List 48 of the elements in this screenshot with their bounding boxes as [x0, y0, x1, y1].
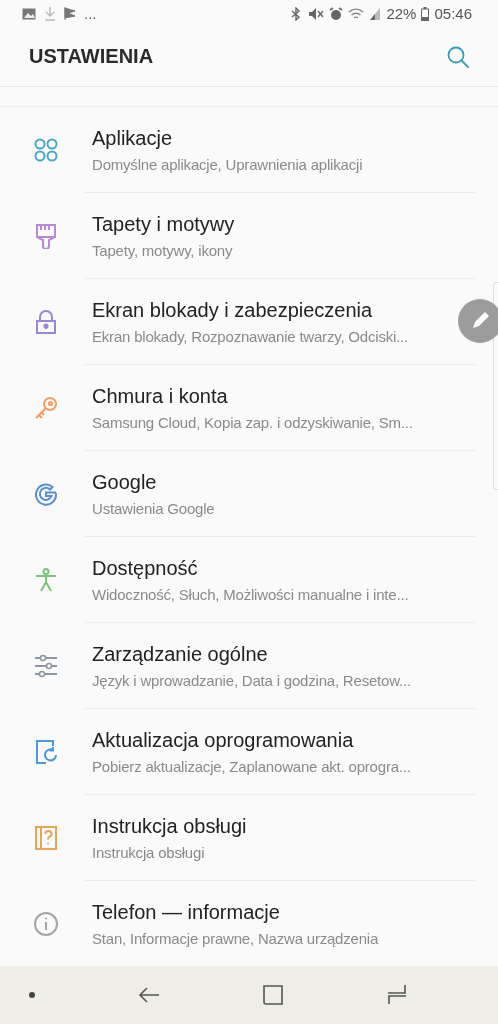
- item-title: Tapety i motywy: [92, 212, 235, 236]
- recents-icon[interactable]: [386, 984, 408, 1006]
- battery-percentage: 22%: [386, 5, 417, 23]
- wifi-icon: [348, 6, 365, 21]
- item-title: Dostępność: [92, 556, 199, 580]
- item-subtitle: Stan, Informacje prawne, Nazwa urządzenia: [92, 929, 379, 947]
- item-title: Telefon — informacje: [92, 900, 281, 924]
- settings-item[interactable]: Dostępność Widoczność, Słuch, Możliwości manualne i inte...: [0, 537, 452, 622]
- edit-button[interactable]: [458, 299, 498, 343]
- item-subtitle: Ustawienia Google: [92, 499, 215, 517]
- back-icon[interactable]: [138, 986, 160, 1004]
- item-subtitle: Domyślne aplikacje, Uprawnienia aplikacji: [92, 155, 363, 173]
- settings-item[interactable]: Chmura i konta Samsung Cloud, Kopia zap. i odzyskiwanie, Sm...: [0, 365, 452, 450]
- settings-item[interactable]: Aktualizacja oprogramowania Pobierz aktualizacje, Zaplanowane akt. oprogra...: [0, 709, 452, 794]
- item-title: Aplikacje: [92, 126, 174, 150]
- alarm-icon: [329, 6, 344, 21]
- item-title: Google: [92, 470, 158, 494]
- settings-item[interactable]: Zarządzanie ogólne Język i wprowadzanie, Data i godzina, Resetow...: [0, 623, 452, 708]
- search-icon[interactable]: [446, 44, 470, 69]
- item-subtitle: Pobierz aktualizacje, Zaplanowane akt. oprogra...: [92, 757, 411, 775]
- screen-title: USTAWIENIA: [29, 45, 154, 69]
- item-title: Aktualizacja oprogramowania: [92, 728, 355, 752]
- item-title: Zarządzanie ogólne: [92, 642, 269, 666]
- item-subtitle: Tapety, motywy, ikony: [92, 241, 234, 259]
- mute-icon: [308, 6, 325, 21]
- home-icon[interactable]: [262, 984, 284, 1006]
- item-subtitle: Widoczność, Słuch, Możliwości manualne i inte...: [92, 585, 409, 603]
- flag-icon: [64, 7, 76, 21]
- settings-item[interactable]: Google Ustawienia Google: [0, 451, 452, 536]
- settings-item[interactable]: Tapety i motywy Tapety, motywy, ikony: [0, 193, 452, 278]
- settings-item[interactable]: Ekran blokady i zabezpieczenia Ekran blokady, Rozpoznawanie twarzy, Odciski...: [0, 279, 452, 364]
- item-title: Instrukcja obsługi: [92, 814, 247, 838]
- item-title: Ekran blokady i zabezpieczenia: [92, 298, 374, 322]
- image-icon: [22, 7, 36, 20]
- download-icon: [44, 6, 56, 21]
- more-notifications-text: ...: [84, 5, 97, 23]
- item-subtitle: Ekran blokady, Rozpoznawanie twarzy, Odciski...: [92, 327, 408, 345]
- item-subtitle: Język i wprowadzanie, Data i godzina, Resetow...: [92, 671, 411, 689]
- battery-icon: [421, 6, 430, 21]
- item-subtitle: Instrukcja obsługi: [92, 843, 206, 861]
- item-title: Chmura i konta: [92, 384, 229, 408]
- settings-item[interactable]: Telefon — informacje Stan, Informacje prawne, Nazwa urządzenia: [0, 881, 452, 966]
- item-subtitle: Samsung Cloud, Kopia zap. i odzyskiwanie, Sm...: [92, 413, 413, 431]
- clock: 05:46: [434, 5, 472, 23]
- dot-icon[interactable]: [28, 991, 36, 999]
- settings-item[interactable]: Aplikacje Domyślne aplikacje, Uprawnienia aplikacji: [0, 107, 452, 192]
- signal-icon: [369, 6, 382, 21]
- settings-item[interactable]: Instrukcja obsługi Instrukcja obsługi: [0, 795, 452, 880]
